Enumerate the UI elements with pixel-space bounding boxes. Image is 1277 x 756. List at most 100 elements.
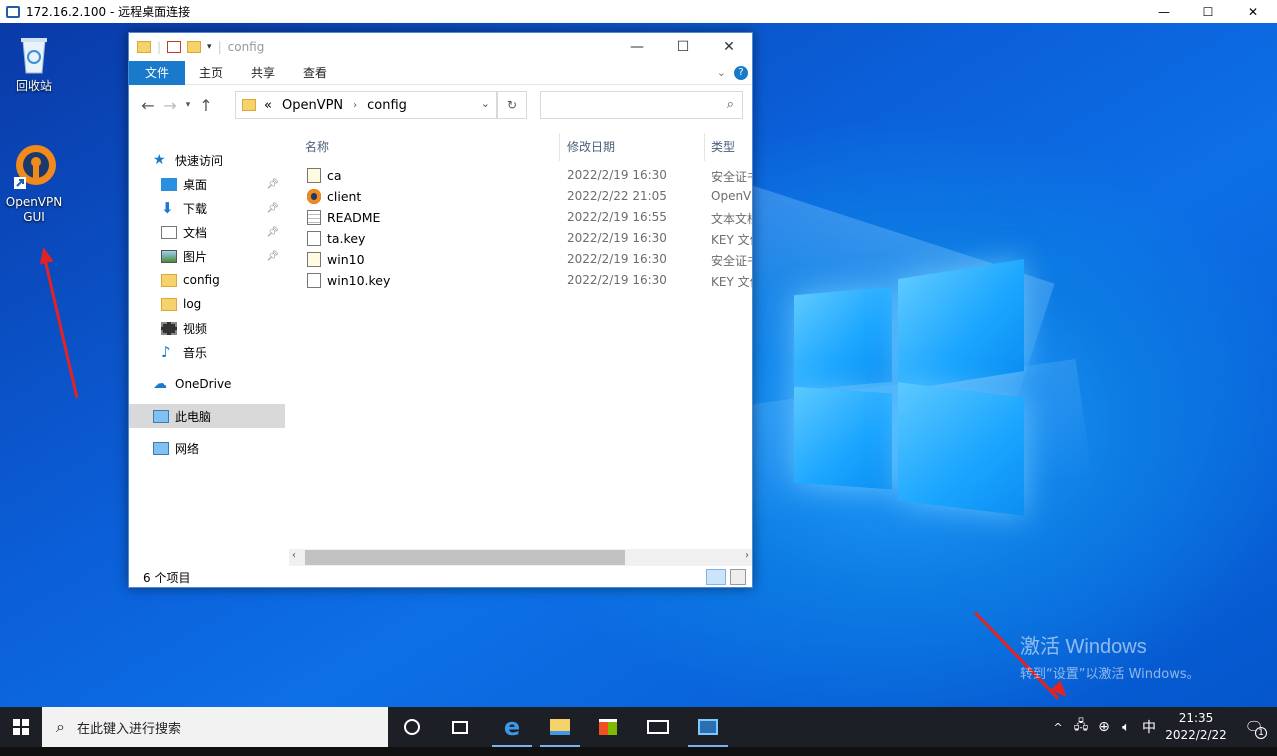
column-header-type[interactable]: 类型 [711,133,735,161]
taskbar-edge[interactable]: e [488,707,536,747]
picture-icon [161,249,177,263]
scrollbar-thumb[interactable] [305,550,625,565]
tab-view[interactable]: 查看 [289,61,341,85]
nav-music[interactable]: ♪ 音乐 [129,340,285,364]
minimize-button[interactable]: — [614,33,660,61]
folder-icon [137,41,151,53]
breadcrumb-overflow[interactable]: « [264,98,272,113]
store-icon [599,719,617,735]
address-dropdown-icon[interactable]: ⌄ [481,97,490,110]
nav-documents[interactable]: 文档 📌︎ [129,220,285,244]
large-icons-view-icon[interactable] [730,569,746,585]
nav-config[interactable]: config [129,268,285,292]
pin-icon[interactable]: 📌︎ [266,179,279,190]
taskbar-remote-desktop[interactable] [684,707,732,747]
file-row[interactable]: client 2022/2/22 21:05 OpenVPN [301,186,752,207]
task-view-button[interactable] [436,707,484,747]
blank-file-icon [307,231,321,246]
rdp-maximize-button[interactable]: ☐ [1184,0,1232,23]
start-button[interactable] [0,707,42,747]
forward-arrow-icon[interactable]: → [159,96,181,115]
tab-file[interactable]: 文件 [129,60,185,85]
scroll-right-icon[interactable]: › [745,550,749,561]
file-explorer-window[interactable]: | ▾ | config — ☐ ✕ 文件 主页 共享 查看 ⌄ ? ← → ▾… [128,32,753,588]
pin-icon[interactable]: 📌︎ [266,227,279,238]
file-row[interactable]: ta.key 2022/2/19 16:30 KEY 文件 [301,228,752,249]
properties-icon[interactable] [167,41,182,53]
nav-label: 文档 [183,225,208,240]
column-divider[interactable] [704,133,705,161]
breadcrumb-config[interactable]: config [367,98,407,113]
globe-icon[interactable]: ⊕ [1093,719,1115,735]
file-row[interactable]: win10 2022/2/19 16:30 安全证书 [301,249,752,270]
breadcrumb-openvpn[interactable]: OpenVPN [282,98,343,113]
clock[interactable]: 21:35 2022/2/22 [1161,710,1231,744]
details-view-icon[interactable] [706,569,726,585]
maximize-button[interactable]: ☐ [660,33,706,61]
new-folder-icon[interactable] [187,41,202,53]
taskbar-store[interactable] [584,707,632,747]
help-icon[interactable]: ? [734,66,748,80]
refresh-icon: ↻ [506,98,518,112]
column-header-name[interactable]: 名称 [305,133,329,161]
input-method-indicator[interactable]: 中 [1137,717,1161,737]
nav-videos[interactable]: 视频 [129,316,285,340]
cortana-button[interactable] [388,707,436,747]
wallpaper-logo-pane [898,382,1024,516]
file-date: 2022/2/19 16:30 [567,252,667,266]
pin-icon[interactable]: 📌︎ [266,203,279,214]
address-bar[interactable]: « OpenVPN › config ⌄ [235,91,497,119]
nav-label: 下载 [183,201,208,216]
rdp-close-button[interactable]: ✕ [1229,0,1277,23]
column-divider[interactable] [559,133,560,161]
tab-share[interactable]: 共享 [237,61,289,85]
pin-icon[interactable]: 📌︎ [266,251,279,262]
show-hidden-icons-icon[interactable]: ^ [1047,721,1069,734]
explorer-title-bar: | ▾ | config — ☐ ✕ [129,33,752,61]
nav-quick-access[interactable]: ★ 快速访问 [129,148,285,172]
up-arrow-icon[interactable]: ↑ [195,96,217,115]
taskbar-search-box[interactable]: ⌕ 在此键入进行搜索 [42,707,388,747]
action-center-button[interactable]: 🗨︎ 1 [1231,718,1277,739]
search-input[interactable]: ⌕ [540,91,743,119]
refresh-button[interactable]: ↻ [497,91,527,119]
nav-label: config [183,273,220,287]
file-name: ta.key [327,231,366,246]
remote-desktop-icon [698,719,718,735]
breadcrumb-chevron-icon[interactable]: › [353,100,357,111]
scroll-left-icon[interactable]: ‹ [292,550,296,561]
recent-locations-icon[interactable]: ▾ [181,100,195,110]
nav-network[interactable]: 网络 [129,436,285,460]
customize-qa-icon[interactable]: ▾ [207,42,212,52]
openvpn-icon [14,145,56,189]
file-row[interactable]: win10.key 2022/2/19 16:30 KEY 文件 [301,270,752,291]
nav-downloads[interactable]: ⬇ 下载 📌︎ [129,196,285,220]
file-row[interactable]: ca 2022/2/19 16:30 安全证书 [301,165,752,186]
nav-pictures[interactable]: 图片 📌︎ [129,244,285,268]
file-name: win10.key [327,273,391,288]
sort-indicator-icon: ^ [427,133,435,138]
openvpn-config-icon [307,189,321,204]
nav-log[interactable]: log [129,292,285,316]
openvpn-gui-shortcut[interactable]: OpenVPN GUI [1,141,67,225]
tab-home[interactable]: 主页 [185,61,237,85]
recycle-bin-shortcut[interactable]: 回收站 [1,35,67,94]
close-button[interactable]: ✕ [706,33,752,61]
taskbar-file-explorer[interactable] [536,707,584,747]
rdp-minimize-button[interactable]: — [1140,0,1188,23]
column-header-date[interactable]: 修改日期 [567,133,615,161]
file-date: 2022/2/19 16:55 [567,210,667,224]
status-bar: 6 个项目 [129,566,752,588]
network-icon[interactable]: 🖧︎ [1069,716,1093,738]
certificate-icon [307,252,321,267]
expand-ribbon-icon[interactable]: ⌄ [717,66,726,79]
nav-desktop[interactable]: 桌面 📌︎ [129,172,285,196]
volume-icon[interactable]: 🔈︎ [1115,720,1137,735]
nav-label: 网络 [175,441,200,456]
horizontal-scrollbar[interactable]: ‹ › [289,549,752,566]
back-arrow-icon[interactable]: ← [137,96,159,115]
nav-this-pc[interactable]: 此电脑 [129,404,285,428]
file-row[interactable]: README 2022/2/19 16:55 文本文档 [301,207,752,228]
nav-onedrive[interactable]: ☁ OneDrive [129,372,285,396]
taskbar-mail[interactable] [634,707,682,747]
